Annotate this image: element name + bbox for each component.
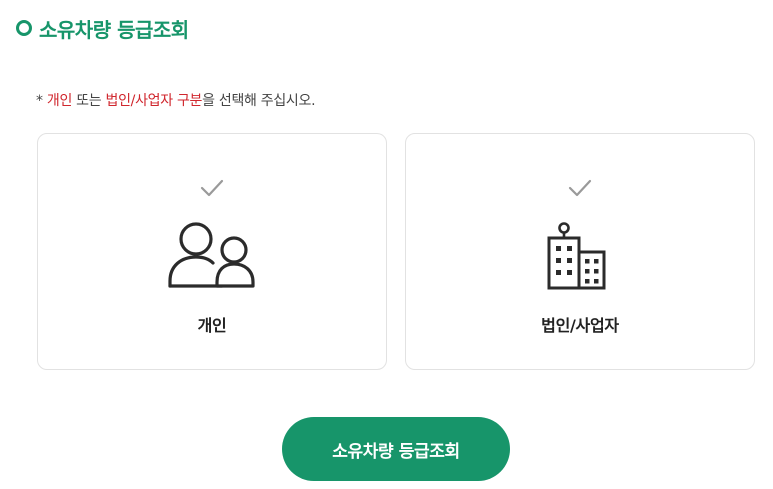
page-header: 소유차량 등급조회 xyxy=(16,14,189,42)
people-icon xyxy=(168,222,255,288)
instruction-highlight-business: 법인/사업자 구분 xyxy=(105,93,203,109)
instruction-middle: 또는 xyxy=(72,93,106,109)
instruction-text: * 개인 또는 법인/사업자 구분을 선택해 주십시오. xyxy=(36,90,316,110)
option-card-business[interactable]: 법인/사업자 xyxy=(405,133,755,370)
page-title: 소유차량 등급조회 xyxy=(39,17,189,42)
option-label-business: 법인/사업자 xyxy=(541,316,619,335)
circle-bullet-icon xyxy=(16,20,32,36)
option-label-personal: 개인 xyxy=(197,316,227,335)
check-icon xyxy=(200,179,224,197)
option-card-personal[interactable]: 개인 xyxy=(37,133,387,370)
instruction-suffix: 을 선택해 주십시오. xyxy=(202,93,316,109)
instruction-highlight-personal: 개인 xyxy=(46,93,73,109)
vehicle-grade-lookup-button[interactable]: 소유차량 등급조회 xyxy=(282,417,510,481)
instruction-prefix: * xyxy=(36,93,47,109)
building-icon xyxy=(547,222,606,290)
check-icon xyxy=(568,179,592,197)
